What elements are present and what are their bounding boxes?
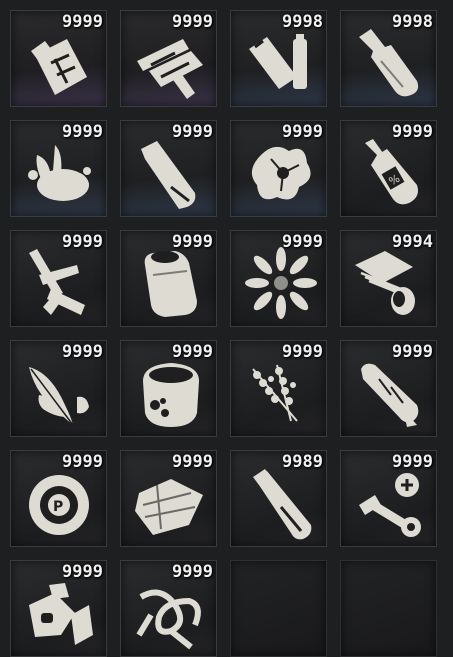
inventory-slot-daisy-flower[interactable]: 9999	[230, 230, 327, 327]
item-count: 9998	[392, 12, 433, 32]
item-count: 9999	[392, 122, 433, 142]
item-count: 9999	[172, 452, 213, 472]
bottle-icon	[351, 25, 429, 103]
inventory-slot-cloth-rags[interactable]: 9999	[120, 450, 217, 547]
inventory-slot-bottle[interactable]: 9998	[340, 10, 437, 107]
metal-scrap-icon	[21, 575, 99, 653]
tube-icon	[131, 135, 209, 213]
alcohol-bottle-icon: %	[351, 135, 429, 213]
inventory-slot-batteries[interactable]: 9998	[230, 10, 327, 107]
svg-text:P: P	[53, 499, 63, 515]
inventory-slot-scalpel-blades[interactable]: 9999	[10, 230, 107, 327]
rolled-paper-icon	[351, 355, 429, 433]
inventory-grid: 9999 9999 9998 9998 9999 9999 9999% 9999 9999 999…	[0, 0, 453, 657]
batteries-icon	[241, 25, 319, 103]
item-count: 9989	[282, 452, 323, 472]
inventory-slot-bolts-screws[interactable]: 9999	[340, 450, 437, 547]
inventory-slot-soda-can[interactable]: 9999	[120, 230, 217, 327]
item-count: 9999	[172, 342, 213, 362]
item-count: 9999	[172, 232, 213, 252]
jar-icon	[131, 355, 209, 433]
flower-petals-icon	[241, 135, 319, 213]
inventory-slot-empty[interactable]	[230, 560, 327, 657]
item-count: 9999	[392, 342, 433, 362]
splash-stain-icon	[21, 135, 99, 213]
item-count: 9999	[62, 342, 103, 362]
tape-roll-icon: P	[21, 465, 99, 543]
item-count: 9999	[172, 122, 213, 142]
inventory-slot-wire-connectors[interactable]: 9999	[120, 10, 217, 107]
item-count: 9999	[282, 122, 323, 142]
inventory-slot-feathers[interactable]: 9999	[10, 340, 107, 437]
item-count: 9998	[282, 12, 323, 32]
scalpel-blades-icon	[21, 245, 99, 323]
wire-connectors-icon	[131, 25, 209, 103]
item-count: 9994	[392, 232, 433, 252]
inventory-slot-empty[interactable]	[340, 560, 437, 657]
inventory-slot-alcohol-bottle[interactable]: % 9999	[340, 120, 437, 217]
item-count: 9999	[392, 452, 433, 472]
bolts-screws-icon	[351, 465, 429, 543]
inventory-slot-flower-petals[interactable]: 9999	[230, 120, 327, 217]
inventory-slot-splash-stain[interactable]: 9999	[10, 120, 107, 217]
item-count: 9999	[62, 452, 103, 472]
rope-knot-icon	[131, 575, 209, 653]
item-count: 9999	[172, 12, 213, 32]
inventory-slot-rolled-paper[interactable]: 9999	[340, 340, 437, 437]
inventory-slot-tape-roll[interactable]: P 9999	[10, 450, 107, 547]
inventory-slot-rope-knot[interactable]: 9999	[120, 560, 217, 657]
inventory-slot-lavender-herb[interactable]: 9999	[230, 340, 327, 437]
item-count: 9999	[62, 232, 103, 252]
item-count: 9999	[282, 342, 323, 362]
inventory-slot-metal-scrap[interactable]: 9999	[10, 560, 107, 657]
inventory-slot-vial[interactable]: 9989	[230, 450, 327, 547]
vial-icon	[241, 465, 319, 543]
inventory-slot-tube[interactable]: 9999	[120, 120, 217, 217]
inventory-slot-circuit-capacitor[interactable]: 9994	[340, 230, 437, 327]
item-count: 9999	[172, 562, 213, 582]
item-count: 9999	[62, 122, 103, 142]
item-count: 9999	[62, 12, 103, 32]
lavender-herb-icon	[241, 355, 319, 433]
circuit-capacitor-icon	[351, 245, 429, 323]
cloth-rags-icon	[131, 465, 209, 543]
jerrycan-icon	[21, 25, 99, 103]
item-count: 9999	[282, 232, 323, 252]
inventory-slot-jerrycan[interactable]: 9999	[10, 10, 107, 107]
inventory-slot-jar[interactable]: 9999	[120, 340, 217, 437]
soda-can-icon	[131, 245, 209, 323]
item-count: 9999	[62, 562, 103, 582]
daisy-flower-icon	[241, 245, 319, 323]
feathers-icon	[21, 355, 99, 433]
